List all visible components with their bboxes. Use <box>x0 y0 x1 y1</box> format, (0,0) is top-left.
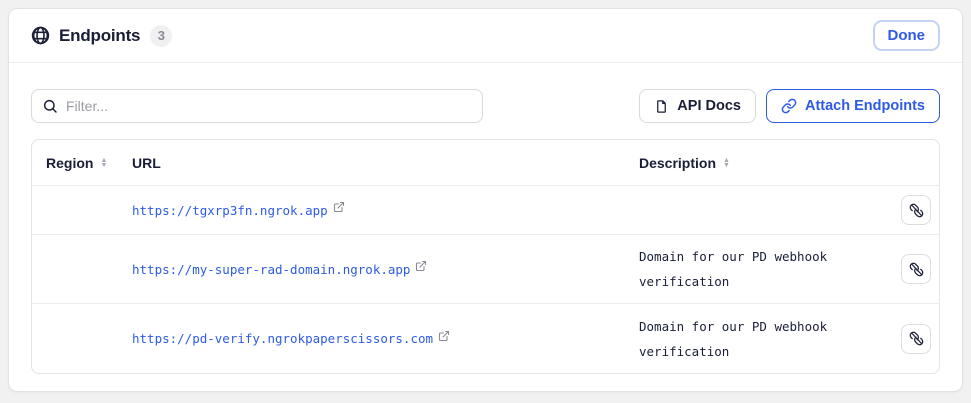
external-link-icon <box>333 201 345 213</box>
action-cell <box>893 254 939 284</box>
table-row: https://tgxrp3fn.ngrok.app <box>32 186 939 235</box>
endpoint-url-link[interactable]: https://tgxrp3fn.ngrok.app <box>132 203 328 218</box>
sort-icon: ▲▼ <box>100 158 107 168</box>
table-row: https://my-super-rad-domain.ngrok.app Do… <box>32 235 939 304</box>
file-icon <box>654 99 669 114</box>
external-link-icon <box>438 330 450 342</box>
url-cell: https://tgxrp3fn.ngrok.app <box>132 203 639 218</box>
link-icon <box>781 98 797 114</box>
unlink-button[interactable] <box>901 254 931 284</box>
toolbar: API Docs Attach Endpoints <box>9 63 962 123</box>
page-title: Endpoints <box>59 26 140 46</box>
url-cell: https://pd-verify.ngrokpaperscissors.com <box>132 331 639 346</box>
table-row: https://pd-verify.ngrokpaperscissors.com… <box>32 304 939 373</box>
endpoints-table: Region ▲▼ URL Description ▲▼ https://tgx… <box>31 139 940 374</box>
toolbar-actions: API Docs Attach Endpoints <box>639 89 940 123</box>
table-header-row: Region ▲▼ URL Description ▲▼ <box>32 140 939 186</box>
url-cell: https://my-super-rad-domain.ngrok.app <box>132 262 639 277</box>
action-cell <box>893 195 939 225</box>
sort-icon: ▲▼ <box>723 158 730 168</box>
column-label: URL <box>132 155 161 171</box>
endpoint-url-link[interactable]: https://pd-verify.ngrokpaperscissors.com <box>132 331 433 346</box>
filter-input[interactable] <box>31 89 483 123</box>
unlink-button[interactable] <box>901 324 931 354</box>
endpoint-count-badge: 3 <box>150 25 172 47</box>
column-label: Description <box>639 155 716 171</box>
search-icon <box>42 98 58 114</box>
action-cell <box>893 324 939 354</box>
done-button[interactable]: Done <box>873 20 941 51</box>
external-link-icon <box>415 260 427 272</box>
description-cell: Domain for our PD webhook verification <box>639 314 893 364</box>
column-label: Region <box>46 155 93 171</box>
column-header-url[interactable]: URL <box>132 155 639 171</box>
api-docs-label: API Docs <box>677 98 741 114</box>
endpoint-url-link[interactable]: https://my-super-rad-domain.ngrok.app <box>132 262 410 277</box>
unlink-icon <box>909 262 924 277</box>
unlink-icon <box>909 203 924 218</box>
filter-field-wrap <box>31 89 483 123</box>
api-docs-button[interactable]: API Docs <box>639 89 756 123</box>
column-header-region[interactable]: Region ▲▼ <box>32 155 132 171</box>
unlink-button[interactable] <box>901 195 931 225</box>
unlink-icon <box>909 331 924 346</box>
endpoints-panel: Endpoints 3 Done API Docs <box>8 8 963 392</box>
description-cell: Domain for our PD webhook verification <box>639 244 893 294</box>
attach-endpoints-button[interactable]: Attach Endpoints <box>766 89 940 123</box>
globe-icon <box>31 26 50 45</box>
column-header-description[interactable]: Description ▲▼ <box>639 155 893 171</box>
panel-header: Endpoints 3 Done <box>9 9 962 63</box>
attach-endpoints-label: Attach Endpoints <box>805 98 925 114</box>
